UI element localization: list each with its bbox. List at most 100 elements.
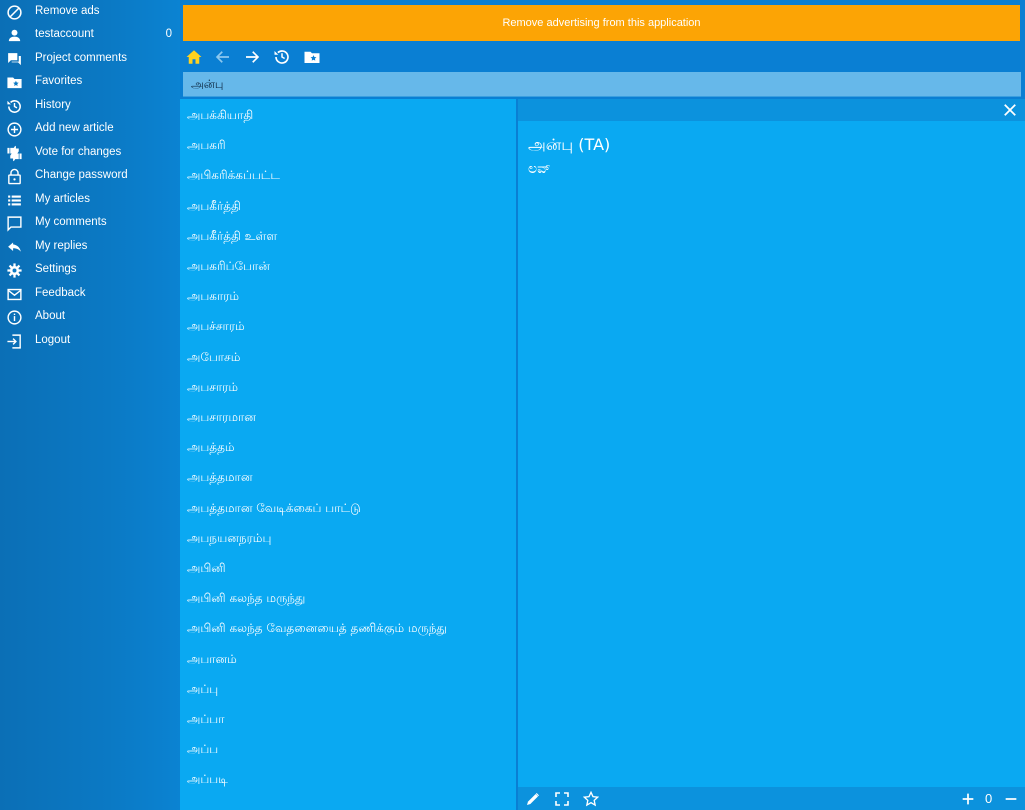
mail-icon — [6, 286, 23, 303]
word-list-item[interactable]: அபத்தமான வேடிக்கைப் பாட்டு — [187, 501, 361, 525]
ad-banner-text: Remove advertising from this application — [502, 17, 701, 29]
folder-star-icon — [304, 51, 320, 63]
detail-bottom-bar: 0 — [518, 787, 1025, 810]
comment-icon — [6, 215, 23, 232]
close-icon — [1004, 104, 1016, 116]
history-button[interactable] — [273, 48, 293, 68]
word-list-item[interactable]: அப்ப — [187, 742, 218, 766]
pencil-icon — [527, 793, 539, 805]
sidebar-item-vote[interactable]: Vote for changes — [0, 142, 180, 165]
sidebar-item-label: My comments — [35, 216, 107, 228]
sidebar-item-account[interactable]: testaccount 0 — [0, 24, 180, 47]
word-list-item[interactable]: அபக்கியாதி — [187, 108, 253, 132]
remove-ads-banner[interactable]: Remove advertising from this application — [183, 5, 1020, 41]
sidebar-item-my-replies[interactable]: My replies — [0, 236, 180, 259]
word-list-item[interactable]: அபகரி — [187, 138, 226, 162]
sidebar-item-label: Change password — [35, 169, 128, 181]
sidebar-item-label: Logout — [35, 334, 71, 346]
word-list-item[interactable]: அபிகரிக்கப்பட்ட — [187, 168, 280, 192]
sidebar-item-history[interactable]: History — [0, 95, 180, 118]
gear-icon — [6, 262, 23, 279]
word-list-item[interactable]: அப்பா — [187, 712, 224, 736]
fullscreen-icon — [555, 792, 569, 806]
sidebar-item-logout[interactable]: Logout — [0, 330, 180, 353]
word-list-item[interactable]: அபநயனநரம்பு — [187, 531, 271, 555]
sidebar-item-label: Settings — [35, 263, 77, 275]
sidebar-item-label: Vote for changes — [35, 146, 122, 158]
forward-button[interactable] — [243, 48, 263, 68]
sidebar-item-feedback[interactable]: Feedback — [0, 283, 180, 306]
detail-top-bar — [518, 99, 1025, 121]
sidebar-item-my-articles[interactable]: My articles — [0, 189, 180, 212]
add-circle-icon — [6, 121, 23, 138]
search-bar — [183, 72, 1021, 97]
sidebar-item-label: About — [35, 310, 66, 322]
word-list-item[interactable]: அபகீர்த்தி — [187, 199, 241, 223]
favorites-button[interactable] — [303, 48, 323, 68]
account-count: 0 — [165, 28, 172, 40]
word-list-item[interactable]: அபானம் — [187, 652, 237, 676]
sidebar-item-label: Feedback — [35, 287, 86, 299]
vote-up-button[interactable] — [960, 791, 976, 807]
folder-star-icon — [6, 74, 23, 91]
fullscreen-button[interactable] — [554, 791, 570, 807]
close-button[interactable] — [1003, 103, 1017, 117]
word-list-item[interactable]: அபினி — [187, 561, 226, 585]
thumbs-icon — [6, 145, 23, 162]
back-button[interactable] — [214, 48, 234, 68]
list-icon — [6, 192, 23, 209]
word-list-item[interactable]: அபசாரமான — [187, 410, 256, 434]
article-detail-panel: அன்பு (TA) ಲವ್ 0 — [518, 99, 1025, 810]
sidebar-item-remove-ads[interactable]: Remove ads — [0, 1, 180, 24]
minus-icon — [1005, 798, 1017, 800]
word-list-item[interactable]: அபசாரம் — [187, 380, 238, 404]
word-list-item[interactable]: அபகாரம் — [187, 289, 239, 313]
vote-count: 0 — [985, 791, 993, 806]
favorite-star-button[interactable] — [583, 791, 599, 807]
sidebar-item-label: Project comments — [35, 52, 128, 64]
plus-icon — [962, 793, 974, 805]
sidebar-item-add-article[interactable]: Add new article — [0, 118, 180, 141]
sidebar-item-about[interactable]: About — [0, 306, 180, 329]
word-list-item[interactable]: அபோசம் — [187, 350, 240, 374]
history-icon — [6, 98, 23, 115]
word-list-item[interactable]: அப்படி — [187, 772, 228, 796]
sidebar-item-label: Add new article — [35, 122, 114, 134]
search-input[interactable] — [189, 74, 1013, 96]
word-list-item[interactable]: அபத்தமான — [187, 470, 252, 494]
block-icon — [6, 4, 23, 21]
logout-icon — [6, 333, 23, 350]
sidebar-item-project-comments[interactable]: Project comments — [0, 48, 180, 71]
toolbar — [183, 45, 1023, 69]
word-list-item[interactable]: அபகீர்த்தி உள்ள — [187, 229, 277, 253]
sidebar-item-favorites[interactable]: Favorites — [0, 71, 180, 94]
vote-down-button[interactable] — [1003, 791, 1019, 807]
sidebar-item-label: Remove ads — [35, 5, 100, 17]
word-list-item[interactable]: அபினி கலந்த மருந்து — [187, 591, 305, 615]
edit-button[interactable] — [525, 791, 541, 807]
lock-icon — [6, 168, 23, 185]
home-button[interactable] — [185, 48, 205, 68]
person-icon — [6, 27, 23, 44]
back-arrow-icon — [215, 51, 229, 63]
sidebar: Remove ads testaccount 0 Project comment… — [0, 0, 180, 810]
info-icon — [6, 309, 23, 326]
word-list-item[interactable]: அபினி கலந்த வேதனையைத் தணிக்கும் மருந்து — [187, 621, 447, 645]
word-list-item[interactable]: அபகரிப்போன் — [187, 259, 270, 283]
sidebar-item-label: History — [35, 99, 71, 111]
word-list[interactable]: அபக்கியாதி அபகரி அபிகரிக்கப்பட்ட அபகீர்த்தி… — [180, 99, 516, 810]
home-icon — [186, 50, 202, 64]
sidebar-item-my-comments[interactable]: My comments — [0, 212, 180, 235]
sidebar-item-label: My replies — [35, 240, 88, 252]
word-list-item[interactable]: அப்பு — [187, 682, 218, 706]
reply-icon — [6, 239, 23, 256]
forum-icon — [6, 51, 23, 68]
article-title: அன்பு (TA) — [528, 135, 611, 154]
forward-arrow-icon — [246, 51, 260, 63]
sidebar-item-label: testaccount — [35, 28, 94, 40]
sidebar-item-settings[interactable]: Settings — [0, 259, 180, 282]
word-list-item[interactable]: அபச்சாரம் — [187, 319, 245, 343]
word-list-item[interactable]: அபத்தம் — [187, 440, 235, 464]
sidebar-item-label: Favorites — [35, 75, 83, 87]
sidebar-item-change-password[interactable]: Change password — [0, 165, 180, 188]
